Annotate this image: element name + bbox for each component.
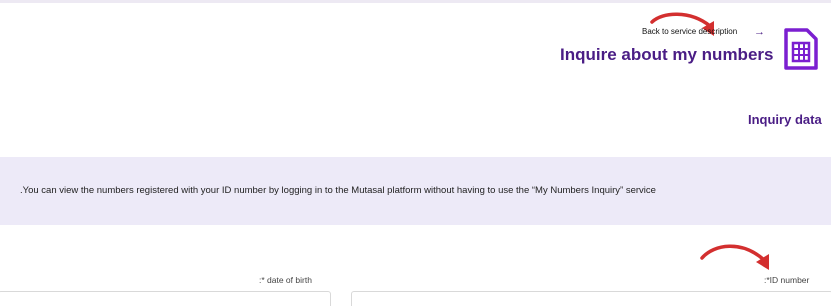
id-number-field[interactable] [351,291,831,306]
sim-card-icon [784,28,818,70]
back-to-service-description-link[interactable]: Back to service description [642,27,737,36]
id-number-label: :*ID number [764,275,810,285]
back-arrow-icon[interactable]: → [754,26,765,38]
date-of-birth-label: :* date of birth [259,275,312,285]
section-title-inquiry-data: Inquiry data [748,112,822,127]
annotation-arrow-icon [650,12,714,36]
top-strip [0,0,831,3]
info-banner: .You can view the numbers registered wit… [0,157,831,225]
info-banner-text: .You can view the numbers registered wit… [20,185,656,196]
page-title: Inquire about my numbers [560,45,774,64]
date-of-birth-field[interactable] [0,291,331,306]
annotation-arrow-icon [700,244,769,270]
